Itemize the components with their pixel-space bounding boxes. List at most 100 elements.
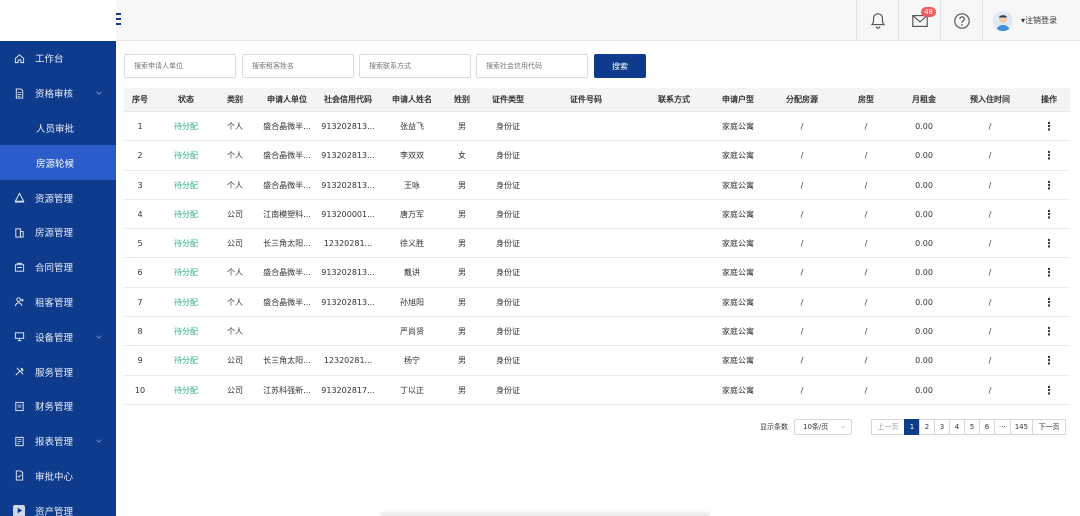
sidebar-item-0[interactable]: 工作台 bbox=[0, 41, 116, 76]
cell-assigned-room: / bbox=[800, 268, 804, 278]
cell-seq: 2 bbox=[137, 151, 143, 161]
page-button-7[interactable]: 145 bbox=[1009, 419, 1034, 435]
row-actions-button[interactable]: ⋮ bbox=[1044, 229, 1055, 258]
row-actions-button[interactable]: ⋮ bbox=[1044, 141, 1055, 170]
table-body: 1 待分配 个人 盛合晶微半... 913202813... 张益飞男身份证 家庭公寓 //0… bbox=[124, 112, 1070, 405]
prev-page-button[interactable]: 上一页 bbox=[871, 419, 905, 435]
user-menu[interactable]: ▾注销登录 bbox=[982, 0, 1080, 41]
cell-seq: 4 bbox=[137, 209, 143, 219]
row-actions-button[interactable]: ⋮ bbox=[1044, 200, 1055, 229]
sidebar-item-label: 服务管理 bbox=[35, 367, 74, 379]
cell-unit-type: 家庭公寓 bbox=[722, 122, 754, 131]
column-header-actions: 操作 bbox=[1041, 95, 1057, 104]
cell-monthly-rent: 0.00 bbox=[915, 239, 933, 249]
cell-applicant-name: 王咏 bbox=[404, 180, 420, 190]
sidebar-item-2[interactable]: 人员审批 bbox=[0, 110, 116, 146]
search-applicant-unit-input[interactable] bbox=[124, 54, 236, 78]
sidebar-item-label: 房源轮候 bbox=[36, 158, 75, 170]
help-button[interactable] bbox=[940, 0, 982, 41]
next-page-button[interactable]: 下一页 bbox=[1032, 419, 1067, 435]
page-button-5[interactable]: 6 bbox=[979, 419, 995, 435]
resource-icon bbox=[13, 192, 25, 204]
cell-status: 待分配 bbox=[174, 385, 198, 395]
sidebar-item-7[interactable]: 租客管理 bbox=[0, 285, 116, 320]
cell-gender: 男 bbox=[458, 180, 466, 190]
sidebar-item-5[interactable]: 房源管理 bbox=[0, 215, 116, 250]
logout-link[interactable]: ▾注销登录 bbox=[1021, 15, 1057, 26]
sidebar-item-6[interactable]: 合同管理 bbox=[0, 250, 116, 285]
row-actions-button[interactable]: ⋮ bbox=[1044, 171, 1055, 200]
cell-seq: 6 bbox=[137, 268, 143, 278]
message-button[interactable]: 48 bbox=[898, 0, 940, 41]
cell-status: 待分配 bbox=[174, 356, 198, 366]
table-header: 序号 状态 类别 申请人单位 社会信用代码 申请人姓名 姓别 证件类型 证件号码 联系方式 申请户型… bbox=[124, 88, 1070, 112]
page-size-select[interactable]: 10条/页 bbox=[794, 419, 852, 435]
sidebar-item-13[interactable]: 资产管理 bbox=[0, 493, 116, 516]
cell-id-type: 身份证 bbox=[496, 327, 520, 337]
cell-move-in-date: / bbox=[988, 385, 992, 395]
cell-room-type: / bbox=[864, 356, 868, 366]
page-button-2[interactable]: 3 bbox=[934, 419, 950, 435]
row-actions-button[interactable]: ⋮ bbox=[1044, 288, 1055, 317]
cell-applicant-name: 丁以正 bbox=[400, 385, 424, 395]
cell-id-type: 身份证 bbox=[496, 180, 520, 190]
column-header-room-type: 房型 bbox=[858, 95, 874, 104]
sidebar-item-label: 资产管理 bbox=[35, 506, 74, 516]
cell-status: 待分配 bbox=[174, 239, 198, 249]
tenant-icon bbox=[13, 296, 25, 308]
search-credit-code-input[interactable] bbox=[476, 54, 588, 78]
menu-toggle-icon[interactable] bbox=[116, 13, 122, 27]
cell-gender: 男 bbox=[458, 239, 466, 249]
cell-unit-type: 家庭公寓 bbox=[722, 239, 754, 249]
table-row: 2 待分配 个人 盛合晶微半... 913202813... 李双双 女 身份证 家庭公寓 / / 0… bbox=[124, 141, 1070, 171]
page-button-0[interactable]: 1 bbox=[904, 419, 920, 435]
sidebar-item-11[interactable]: 报表管理 bbox=[0, 424, 116, 459]
page-button-1[interactable]: 2 bbox=[919, 419, 935, 435]
sidebar-item-8[interactable]: 设备管理 bbox=[0, 319, 116, 354]
notification-button[interactable] bbox=[856, 0, 898, 41]
cell-applicant-unit: 长三角太阳... bbox=[263, 239, 311, 249]
sidebar-item-12[interactable]: 审批中心 bbox=[0, 459, 116, 494]
column-header-gender: 姓别 bbox=[454, 95, 470, 104]
cell-applicant-unit: 盛合晶微半... bbox=[263, 180, 311, 190]
search-tenant-name-input[interactable] bbox=[242, 54, 354, 78]
search-contact-input[interactable] bbox=[359, 54, 471, 78]
sidebar-item-9[interactable]: 服务管理 bbox=[0, 354, 116, 389]
sidebar-item-3[interactable]: 房源轮候 bbox=[0, 145, 116, 181]
sidebar-item-1[interactable]: 资格审核 bbox=[0, 76, 116, 111]
table-row: 8 待分配 个人 严尚贤 男 身份证 家庭公寓 / / 0.00 / ⋮ bbox=[124, 317, 1070, 347]
page-button-3[interactable]: 4 bbox=[949, 419, 965, 435]
cell-credit-code: 913202813... bbox=[321, 297, 375, 307]
applicant-table: 序号 状态 类别 申请人单位 社会信用代码 申请人姓名 姓别 证件类型 证件号码 联系方式 申请户型… bbox=[124, 88, 1070, 405]
cell-gender: 男 bbox=[458, 122, 466, 131]
table-row: 5 待分配 公司 长三角太阳... 12320281... 徐义胜 男 身份证 家庭公寓 / / 0.… bbox=[124, 229, 1070, 259]
cell-applicant-unit: 盛合晶微半... bbox=[263, 151, 311, 161]
sidebar-item-10[interactable]: 财务管理 bbox=[0, 389, 116, 424]
logo-area bbox=[0, 0, 116, 41]
page-button-4[interactable]: 5 bbox=[964, 419, 980, 435]
cell-applicant-unit: 盛合晶微半... bbox=[263, 122, 311, 131]
row-actions-button[interactable]: ⋮ bbox=[1044, 346, 1055, 375]
row-actions-button[interactable]: ⋮ bbox=[1044, 112, 1055, 141]
row-actions-button[interactable]: ⋮ bbox=[1044, 376, 1055, 405]
column-header-contact: 联系方式 bbox=[658, 95, 690, 104]
page-button-6[interactable]: ··· bbox=[994, 419, 1011, 435]
sidebar-item-label: 租客管理 bbox=[35, 297, 74, 309]
column-header-assigned-room: 分配房源 bbox=[786, 95, 818, 104]
column-header-category: 类别 bbox=[227, 95, 243, 104]
asset-icon bbox=[13, 504, 25, 516]
cell-category: 公司 bbox=[227, 385, 243, 395]
cell-applicant-unit: 江苏科强新... bbox=[263, 385, 311, 395]
chevron-down-icon bbox=[96, 335, 102, 339]
row-actions-button[interactable]: ⋮ bbox=[1044, 317, 1055, 346]
sidebar-item-4[interactable]: 资源管理 bbox=[0, 180, 116, 215]
cell-monthly-rent: 0.00 bbox=[915, 327, 933, 337]
search-button[interactable]: 搜索 bbox=[594, 54, 646, 78]
sidebar-item-label: 合同管理 bbox=[35, 263, 74, 275]
cell-room-type: / bbox=[864, 151, 868, 161]
row-actions-button[interactable]: ⋮ bbox=[1044, 258, 1055, 287]
cell-room-type: / bbox=[864, 385, 868, 395]
cell-unit-type: 家庭公寓 bbox=[722, 327, 754, 337]
cell-move-in-date: / bbox=[988, 180, 992, 190]
sidebar-item-label: 资源管理 bbox=[35, 193, 74, 205]
